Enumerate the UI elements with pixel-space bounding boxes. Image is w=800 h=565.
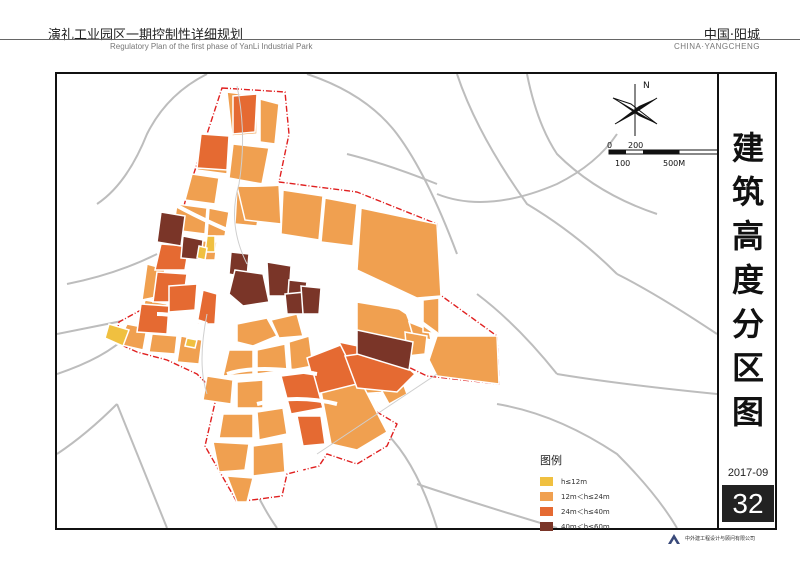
map-legend: 图例 h≤12m 12m＜h≤24m 24m＜h≤40m 40m＜h≤60m [540, 452, 610, 534]
legend-item: 24m＜h≤40m [540, 504, 610, 519]
legend-item: h≤12m [540, 474, 610, 489]
scale-bar [608, 149, 717, 155]
page-number: 32 [722, 485, 774, 522]
scale-label-0: 0 [607, 141, 612, 150]
location-label: 中国·阳城 [703, 28, 760, 43]
sheet-date: 2017-09 [727, 467, 769, 479]
scale-label-200: 200 [628, 141, 643, 150]
sheet-title-char: 建 [731, 129, 764, 167]
header-rule [0, 39, 800, 40]
sheet-title-char: 图 [731, 393, 764, 431]
legend-swatch [540, 507, 553, 516]
legend-swatch [540, 477, 553, 486]
company-name: 中外建工程设计与顾问有限公司 [685, 535, 756, 542]
sheet-title-char: 筑 [731, 173, 764, 211]
company-logo: 中外建工程设计与顾问有限公司 [667, 533, 755, 545]
legend-swatch [540, 492, 553, 501]
north-arrow [612, 84, 658, 136]
legend-item: 12m＜h≤24m [540, 489, 610, 504]
map-canvas: N 0 200 100 500M [57, 74, 717, 528]
legend-item: 40m＜h≤60m [540, 519, 610, 534]
scale-label-100: 100 [615, 159, 630, 168]
height-zoning-map: N 0 200 100 500M [57, 74, 717, 528]
company-logo-icon [668, 534, 680, 544]
legend-label: 40m＜h≤60m [561, 522, 610, 531]
sheet-title-char: 度 [731, 261, 764, 299]
north-label: N [643, 81, 650, 91]
location-label-en: CHINA·YANGCHENG [673, 42, 760, 51]
sheet-title: 建 筑 高 度 分 区 图 [728, 126, 768, 434]
legend-label: h≤12m [561, 477, 588, 486]
legend-swatch [540, 522, 553, 531]
scale-label-500m: 500M [663, 159, 685, 168]
legend-title: 图例 [540, 454, 562, 467]
sheet-title-char: 分 [731, 305, 764, 343]
plan-subtitle: Regulatory Plan of the first phase of Ya… [110, 42, 313, 51]
legend-label: 24m＜h≤40m [561, 507, 610, 516]
plan-title: 演礼工业园区一期控制性详细规划 [48, 28, 244, 43]
sheet-title-char: 区 [731, 349, 764, 387]
legend-label: 12m＜h≤24m [561, 492, 610, 501]
title-block-divider [717, 74, 719, 528]
sheet-title-char: 高 [731, 217, 764, 255]
